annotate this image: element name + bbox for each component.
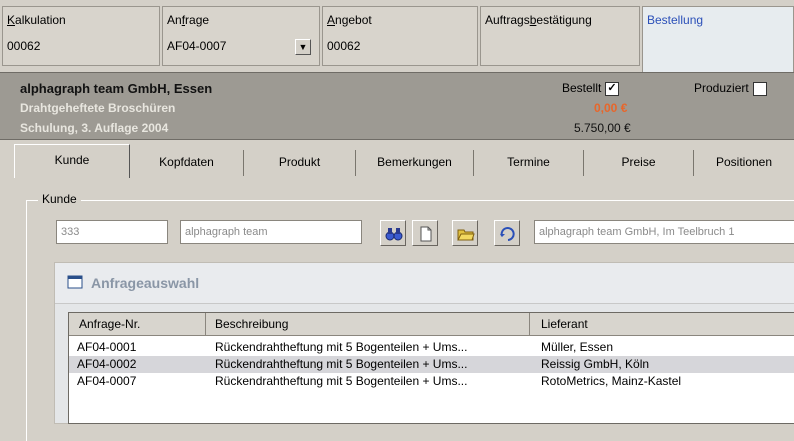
new-document-icon xyxy=(420,226,432,242)
list-item[interactable]: AF04-0007 Rückendrahtheftung mit 5 Bogen… xyxy=(69,373,794,390)
kalkulation-label: Kalkulation xyxy=(7,13,66,27)
kalkulation-cell[interactable]: Kalkulation 00062 xyxy=(2,6,160,66)
tab-kopfdaten[interactable]: Kopfdaten xyxy=(130,150,244,176)
dropdown-arrow-icon: ▼ xyxy=(298,42,308,52)
tab-bemerkungen[interactable]: Bemerkungen xyxy=(356,150,474,176)
anfrage-nr-cell: AF04-0001 xyxy=(77,340,137,354)
kunde-nr-field[interactable]: 333 xyxy=(56,220,168,244)
lieferant-cell: Reissig GmbH, Köln xyxy=(541,357,650,371)
column-divider[interactable] xyxy=(205,313,206,335)
kunde-address-field[interactable]: alphagraph team GmbH, Im Teelbruch 1 xyxy=(534,220,794,244)
auftragsbestaetigung-cell[interactable]: Auftragsbestätigung xyxy=(480,6,640,66)
binoculars-icon xyxy=(385,228,403,241)
open-button[interactable] xyxy=(452,220,478,246)
produziert-checkbox-group[interactable]: Produziert xyxy=(694,81,767,96)
tab-bar: Kunde Kopfdaten Produkt Bemerkungen Term… xyxy=(0,140,794,180)
column-header-beschreibung[interactable]: Beschreibung xyxy=(215,317,288,331)
anfrage-nr-cell: AF04-0002 xyxy=(77,357,137,371)
anfrageauswahl-title: Anfrageauswahl xyxy=(91,275,200,291)
beschreibung-cell: Rückendrahtheftung mit 5 Bogenteilen + U… xyxy=(215,340,468,354)
anfrage-nr-cell: AF04-0007 xyxy=(77,374,137,388)
bestellt-checkbox-group[interactable]: Bestellt xyxy=(562,81,620,96)
column-header-lieferant[interactable]: Lieferant xyxy=(541,317,588,331)
angebot-value: 00062 xyxy=(327,39,361,53)
beschreibung-cell: Rückendrahtheftung mit 5 Bogenteilen + U… xyxy=(215,374,468,388)
new-button[interactable] xyxy=(412,220,438,246)
open-folder-icon xyxy=(457,229,475,241)
column-divider[interactable] xyxy=(529,313,530,335)
bestellt-label: Bestellt xyxy=(562,81,602,95)
tab-produkt[interactable]: Produkt xyxy=(244,150,356,176)
anfrage-cell[interactable]: Anfrage AF04-0007 ▼ xyxy=(162,6,320,66)
lieferant-cell: RotoMetrics, Mainz-Kastel xyxy=(541,374,682,388)
tab-kunde[interactable]: Kunde xyxy=(14,144,130,178)
tab-preise[interactable]: Preise xyxy=(584,150,694,176)
window-icon xyxy=(67,275,83,289)
anfrage-dropdown-button[interactable]: ▼ xyxy=(295,39,311,55)
lieferant-cell: Müller, Essen xyxy=(541,340,614,354)
list-header: Anfrage-Nr. Beschreibung Lieferant xyxy=(69,313,794,336)
order-info-panel: alphagraph team GmbH, Essen Drahtgehefte… xyxy=(0,72,794,140)
angebot-label: Angebot xyxy=(327,13,372,27)
anfrage-list[interactable]: Anfrage-Nr. Beschreibung Lieferant AF04-… xyxy=(68,312,794,424)
refresh-icon xyxy=(500,227,515,241)
product-description: Drahtgeheftete Broschüren xyxy=(20,101,176,115)
list-item[interactable]: AF04-0001 Rückendrahtheftung mit 5 Bogen… xyxy=(69,339,794,356)
bestellung-cell[interactable]: Bestellung xyxy=(642,6,794,72)
refresh-button[interactable] xyxy=(494,220,520,246)
kalkulation-value: 00062 xyxy=(7,39,41,53)
anfrage-label: Anfrage xyxy=(167,13,210,27)
anfrage-value: AF04-0007 xyxy=(167,39,227,53)
column-header-anfrage-nr[interactable]: Anfrage-Nr. xyxy=(79,317,140,331)
beschreibung-cell: Rückendrahtheftung mit 5 Bogenteilen + U… xyxy=(215,357,468,371)
bestellt-checkbox[interactable] xyxy=(605,81,620,96)
bestellung-label: Bestellung xyxy=(647,13,704,27)
kunde-group-label: Kunde xyxy=(38,192,81,206)
job-description: Schulung, 3. Auflage 2004 xyxy=(20,121,169,135)
tab-positionen[interactable]: Positionen xyxy=(694,150,794,176)
tab-termine[interactable]: Termine xyxy=(474,150,584,176)
anfrageauswahl-header: Anfrageauswahl xyxy=(55,263,794,304)
produziert-label: Produziert xyxy=(694,81,749,95)
document-chain-bar: Kalkulation 00062 Anfrage AF04-0007 ▼ An… xyxy=(0,0,794,72)
angebot-cell[interactable]: Angebot 00062 xyxy=(322,6,478,66)
auftragsbestaetigung-label: Auftragsbestätigung xyxy=(485,13,592,27)
left-edge xyxy=(0,180,4,415)
amount-total: 5.750,00 € xyxy=(574,121,631,135)
list-item[interactable]: AF04-0002 Rückendrahtheftung mit 5 Bogen… xyxy=(69,356,794,373)
produziert-checkbox[interactable] xyxy=(752,81,767,96)
amount-small: 0,00 € xyxy=(594,101,628,115)
company-name: alphagraph team GmbH, Essen xyxy=(20,81,213,96)
kunde-name-field[interactable]: alphagraph team xyxy=(180,220,362,244)
search-button[interactable] xyxy=(380,220,406,246)
